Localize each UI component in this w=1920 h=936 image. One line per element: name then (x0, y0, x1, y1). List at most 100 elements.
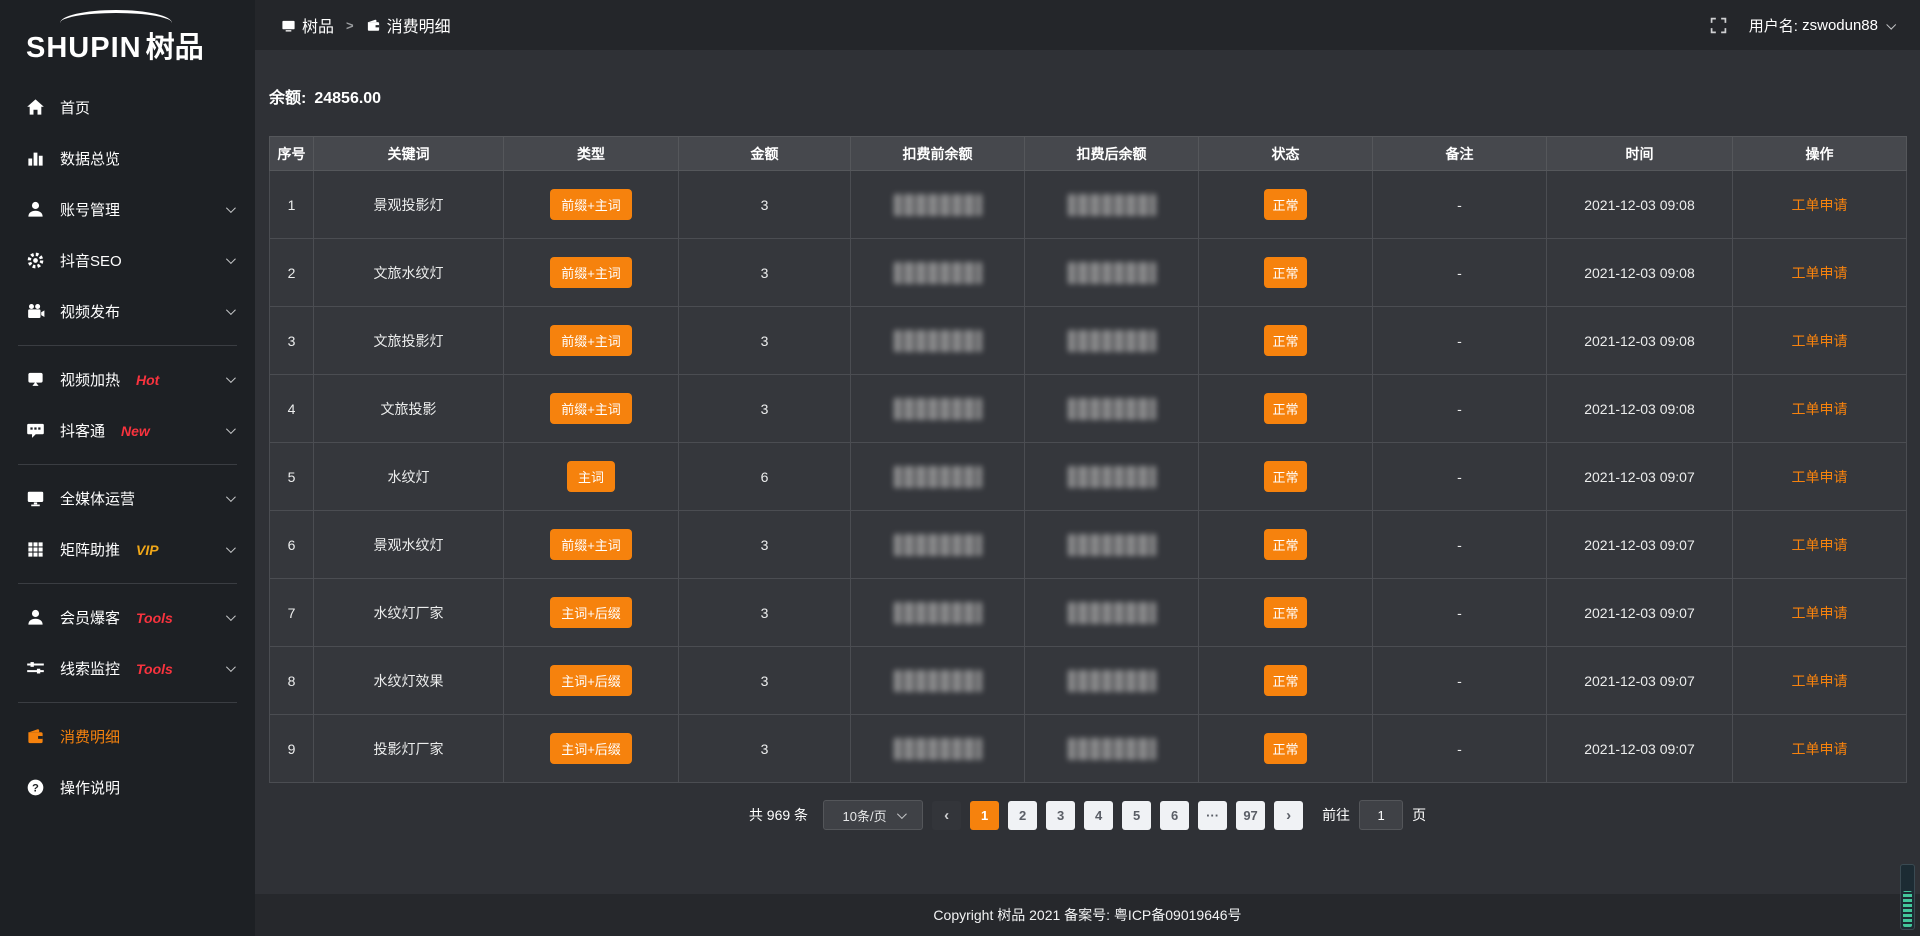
work-order-link[interactable]: 工单申请 (1792, 333, 1848, 349)
breadcrumb-home[interactable]: 树品 (302, 13, 334, 37)
page-button-5[interactable]: 5 (1122, 801, 1151, 830)
sidebar-item-douketong[interactable]: 抖客通 New (0, 405, 255, 456)
user-menu[interactable]: 用户名: zswodun88 (1749, 15, 1894, 36)
col-balance-after: 扣费后余额 (1025, 137, 1199, 171)
sidebar-item-video-publish[interactable]: 视频发布 (0, 286, 255, 337)
username-label: 用户名: (1749, 15, 1798, 36)
sidebar-item-video-heat[interactable]: 视频加热 Hot (0, 354, 255, 405)
status-badge: 正常 (1264, 665, 1306, 696)
sidebar-item-member-baoke[interactable]: 会员爆客 Tools (0, 592, 255, 643)
redacted-value (894, 738, 982, 760)
redacted-value (1068, 194, 1156, 216)
col-keyword: 关键词 (314, 137, 504, 171)
cell-note: - (1373, 171, 1547, 239)
cell-balance-after (1025, 307, 1199, 375)
cell-note: - (1373, 715, 1547, 783)
cell-index: 8 (270, 647, 314, 715)
sidebar-item-data-overview[interactable]: 数据总览 (0, 133, 255, 184)
type-badge: 前缀+主词 (550, 257, 632, 288)
svg-text:?: ? (32, 782, 39, 794)
footer: Copyright 树品 2021 备案号: 粤ICP备09019646号 (255, 894, 1920, 936)
page-button-3[interactable]: 3 (1046, 801, 1075, 830)
cell-action: 工单申请 (1733, 443, 1907, 511)
goto-page-input[interactable] (1359, 800, 1403, 830)
cell-time: 2021-12-03 09:08 (1547, 239, 1733, 307)
cell-index: 3 (270, 307, 314, 375)
table-row: 9 投影灯厂家 主词+后缀 3 正常 - 2021-12-03 09:07 工单… (270, 715, 1907, 783)
col-amount: 金额 (679, 137, 851, 171)
redacted-value (1068, 466, 1156, 488)
status-badge: 正常 (1264, 189, 1306, 220)
table-row: 5 水纹灯 主词 6 正常 - 2021-12-03 09:07 工单申请 (270, 443, 1907, 511)
sidebar: SHUPIN树品 首页 数据总览 账号管理 抖音SEO 视频发布 (0, 0, 255, 936)
table-row: 4 文旅投影 前缀+主词 3 正常 - 2021-12-03 09:08 工单申… (270, 375, 1907, 443)
chevron-down-icon (226, 543, 236, 553)
redacted-value (1068, 670, 1156, 692)
sidebar-item-label: 视频加热 (60, 369, 120, 390)
work-order-link[interactable]: 工单申请 (1792, 741, 1848, 757)
cell-index: 7 (270, 579, 314, 647)
copyright-text: Copyright 树品 2021 备案号: 粤ICP备09019646号 (933, 905, 1241, 925)
sidebar-item-consumption-detail[interactable]: 消费明细 (0, 711, 255, 762)
page-button-97[interactable]: 97 (1236, 801, 1265, 830)
sidebar-item-clue-monitor[interactable]: 线索监控 Tools (0, 643, 255, 694)
cell-type: 前缀+主词 (504, 511, 679, 579)
work-order-link[interactable]: 工单申请 (1792, 469, 1848, 485)
cell-note: - (1373, 375, 1547, 443)
cell-time: 2021-12-03 09:07 (1547, 579, 1733, 647)
cell-type: 前缀+主词 (504, 375, 679, 443)
sidebar-item-home[interactable]: 首页 (0, 82, 255, 133)
sidebar-item-douyin-seo[interactable]: 抖音SEO (0, 235, 255, 286)
col-status: 状态 (1199, 137, 1373, 171)
sidebar-item-instructions[interactable]: ? 操作说明 (0, 762, 255, 813)
work-order-link[interactable]: 工单申请 (1792, 673, 1848, 689)
page-size-value: 10条/页 (843, 806, 887, 825)
prev-page-button[interactable]: ‹ (932, 801, 961, 830)
gear-icon (26, 251, 45, 270)
cell-keyword: 文旅投影 (314, 375, 504, 443)
status-badge: 正常 (1264, 733, 1306, 764)
page-size-select[interactable]: 10条/页 (823, 800, 923, 830)
page-button-4[interactable]: 4 (1084, 801, 1113, 830)
breadcrumb-separator: > (346, 18, 354, 33)
work-order-link[interactable]: 工单申请 (1792, 537, 1848, 553)
cell-balance-before (851, 579, 1025, 647)
cell-type: 主词+后缀 (504, 715, 679, 783)
cell-type: 主词 (504, 443, 679, 511)
work-order-link[interactable]: 工单申请 (1792, 401, 1848, 417)
chevron-down-icon (226, 254, 236, 264)
tools-badge: Tools (136, 661, 173, 677)
table-row: 1 景观投影灯 前缀+主词 3 正常 - 2021-12-03 09:08 工单… (270, 171, 1907, 239)
cell-balance-before (851, 239, 1025, 307)
col-type: 类型 (504, 137, 679, 171)
page-button-2[interactable]: 2 (1008, 801, 1037, 830)
work-order-link[interactable]: 工单申请 (1792, 605, 1848, 621)
col-time: 时间 (1547, 137, 1733, 171)
more-pages-button[interactable]: ··· (1198, 801, 1227, 830)
sidebar-item-account-mgmt[interactable]: 账号管理 (0, 184, 255, 235)
next-page-button[interactable]: › (1274, 801, 1303, 830)
work-order-link[interactable]: 工单申请 (1792, 265, 1848, 281)
home-icon (26, 98, 45, 117)
cell-index: 6 (270, 511, 314, 579)
cell-keyword: 水纹灯效果 (314, 647, 504, 715)
work-order-link[interactable]: 工单申请 (1792, 197, 1848, 213)
chevron-down-icon (897, 809, 907, 819)
fullscreen-icon[interactable] (1710, 17, 1727, 34)
cell-keyword: 水纹灯 (314, 443, 504, 511)
sidebar-item-matrix-boost[interactable]: 矩阵助推 VIP (0, 524, 255, 575)
bar-chart-icon (26, 149, 45, 168)
page-button-6[interactable]: 6 (1160, 801, 1189, 830)
cell-time: 2021-12-03 09:08 (1547, 307, 1733, 375)
cell-index: 1 (270, 171, 314, 239)
cell-status: 正常 (1199, 647, 1373, 715)
cell-status: 正常 (1199, 511, 1373, 579)
chevron-down-icon (226, 373, 236, 383)
sidebar-item-media-operation[interactable]: 全媒体运营 (0, 473, 255, 524)
col-index: 序号 (270, 137, 314, 171)
cell-type: 前缀+主词 (504, 171, 679, 239)
pagination: 共 969 条 10条/页 ‹ 1 2 3 4 5 6 ··· 97 › 前往 … (255, 800, 1920, 830)
page-button-1[interactable]: 1 (970, 801, 999, 830)
user-icon (26, 200, 45, 219)
cell-keyword: 投影灯厂家 (314, 715, 504, 783)
